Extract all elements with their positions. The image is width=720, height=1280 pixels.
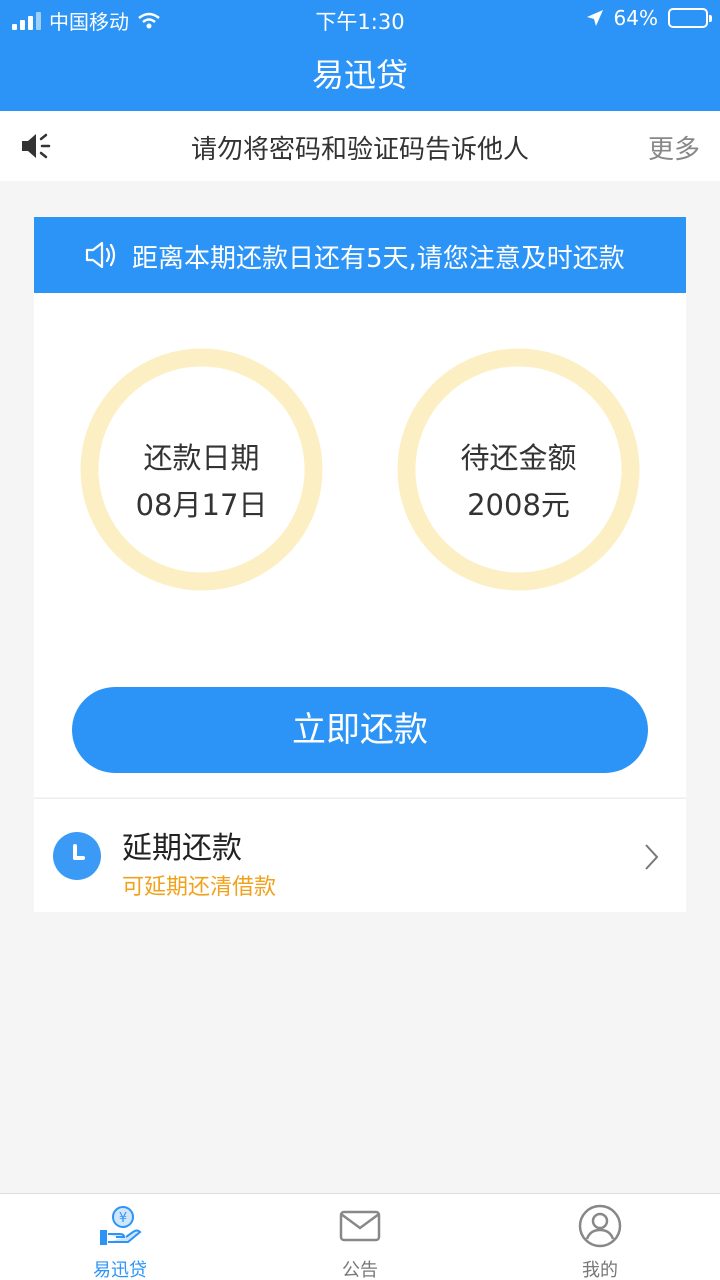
status-bar: 中国移动 下午1:30 64% [0, 0, 720, 36]
deferral-subtitle: 可延期还清借款 [122, 875, 277, 900]
amount-due-value: 2008元 [467, 488, 570, 522]
horn-icon [85, 241, 116, 269]
tab-loan-label: 易迅贷 [93, 1260, 147, 1280]
deferral-title: 延期还款 [122, 831, 242, 866]
clock-icon [53, 832, 101, 880]
amount-due-ring: 待还金额 2008元 [396, 347, 641, 592]
due-date-label: 还款日期 [143, 441, 260, 475]
svg-text:¥: ¥ [119, 1211, 127, 1226]
profile-icon [578, 1204, 622, 1248]
more-link[interactable]: 更多 [648, 129, 700, 166]
deferral-row[interactable]: 延期还款 可延期还清借款 [34, 798, 686, 912]
reminder-banner: 距离本期还款日还有5天,请您注意及时还款 [34, 217, 686, 293]
amount-due-label: 待还金额 [460, 441, 577, 475]
repay-now-button[interactable]: 立即还款 [72, 687, 648, 773]
due-date-value: 08月17日 [135, 488, 268, 522]
tab-announcements[interactable]: 公告 [300, 1194, 420, 1280]
tab-loan[interactable]: ¥ 易迅贷 [60, 1194, 180, 1280]
tab-profile-label: 我的 [582, 1260, 618, 1280]
tab-profile[interactable]: 我的 [540, 1194, 660, 1280]
tab-announcements-label: 公告 [342, 1260, 378, 1280]
mail-icon [339, 1210, 381, 1242]
notice-bar[interactable]: 请勿将密码和验证码告诉他人 更多 [0, 111, 720, 181]
app-header: 中国移动 下午1:30 64% 易迅贷 [0, 0, 720, 111]
battery-percent: 64% [613, 6, 658, 30]
page-title: 易迅贷 [311, 56, 408, 94]
tab-bar: ¥ 易迅贷 公告 我的 [0, 1193, 720, 1280]
status-right: 64% [586, 6, 712, 30]
loan-hand-icon: ¥ [100, 1206, 142, 1245]
notice-text: 请勿将密码和验证码告诉他人 [190, 135, 529, 165]
chevron-right-icon [645, 844, 659, 870]
due-date-ring: 还款日期 08月17日 [79, 347, 324, 592]
repayment-card: 距离本期还款日还有5天,请您注意及时还款 还款日期 08月17日 待还金额 20… [34, 217, 686, 797]
reminder-text: 距离本期还款日还有5天,请您注意及时还款 [132, 244, 625, 274]
location-arrow-icon [586, 10, 603, 26]
battery-icon [668, 8, 712, 28]
